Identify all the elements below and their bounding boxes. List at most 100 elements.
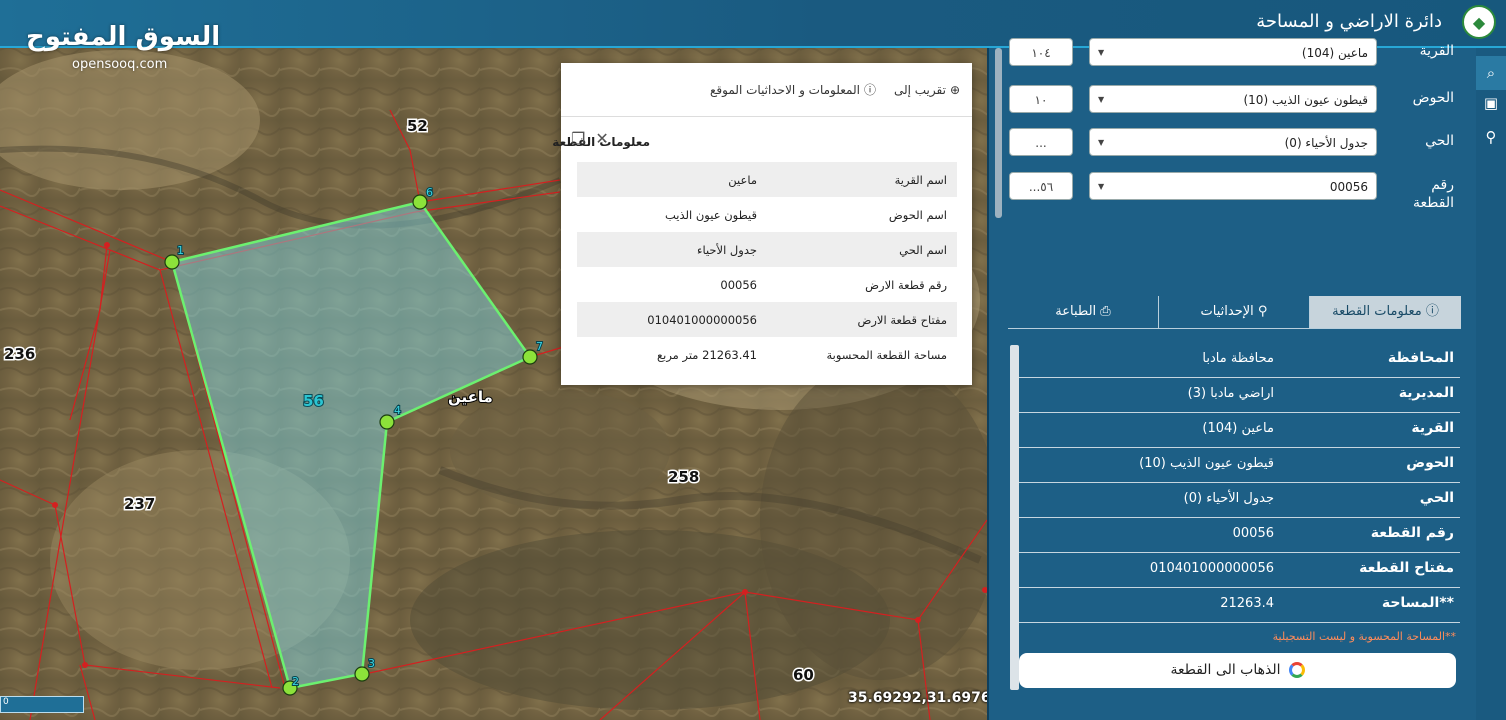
location-info-button[interactable]: ⓘ المعلومات و الاحداثيات الموقع <box>710 81 876 98</box>
zoom-to-label: تقريب إلى <box>893 82 946 97</box>
info-value: 00056 <box>1232 526 1274 541</box>
parcel-info-list: المحافظة محافظة مادبا المديرية اراضي مادبا… <box>1019 343 1460 623</box>
neighborhood-select[interactable]: جدول الأحياء (0) ▼ <box>1089 128 1377 156</box>
tab-coordinates-label: الإحداثيات <box>1200 304 1254 319</box>
village-field-row: القرية ماعين (104) ▼ ١٠٤ <box>989 38 1476 68</box>
basin-select-value: قيطون عيون الذيب (10) <box>1243 93 1368 107</box>
person-pin-icon: ⚲ <box>1253 304 1268 319</box>
attr-key: اسم القرية <box>894 172 947 187</box>
table-row: مساحة القطعة المحسوبة 21263.41 متر مربع <box>577 337 957 372</box>
tabs-underline <box>1008 328 1461 329</box>
info-key: مفتاح القطعة <box>1359 560 1454 576</box>
attr-key: رقم قطعة الارض <box>865 277 947 292</box>
vertex-label-3: 3 <box>368 657 375 670</box>
attr-value: 010401000000056 <box>647 312 757 327</box>
vertex-label-2: 2 <box>292 675 299 688</box>
attr-key: مفتاح قطعة الارض <box>857 312 947 327</box>
neighborhood-select-value: جدول الأحياء (0) <box>1284 136 1368 150</box>
dropdown-arrow-icon: ▼ <box>1098 182 1105 191</box>
parcel-number-select[interactable]: 00056 ▼ <box>1089 172 1377 200</box>
location-info-label: المعلومات و الاحداثيات الموقع <box>710 82 860 97</box>
parcel-label-236: 236 <box>4 345 35 363</box>
search-icon[interactable]: ⌕ <box>1476 56 1506 90</box>
form-scrollbar[interactable] <box>995 48 1002 218</box>
list-item: مفتاح القطعة 010401000000056 <box>1019 553 1460 588</box>
close-icon[interactable]: ✕ <box>595 129 608 148</box>
info-value: قيطون عيون الذيب (10) <box>1139 456 1274 471</box>
village-label: القرية <box>1419 43 1454 59</box>
popup-toolbar: ⊕ تقريب إلى ⓘ المعلومات و الاحداثيات الم… <box>561 63 972 117</box>
info-key: **المساحة <box>1381 595 1454 611</box>
parcel-label-258: 258 <box>668 468 699 486</box>
tab-parcel-info[interactable]: ⓘ معلومات القطعة <box>1310 296 1461 328</box>
list-item: رقم القطعة 00056 <box>1019 518 1460 553</box>
info-value: جدول الأحياء (0) <box>1183 491 1274 506</box>
map-scale-bar: 0 <box>0 696 84 713</box>
go-to-parcel-button[interactable]: الذهاب الى القطعة <box>1019 653 1456 688</box>
parcel-label-52: 52 <box>407 117 428 135</box>
tab-parcel-info-label: معلومات القطعة <box>1332 304 1422 319</box>
opensooq-watermark-en: opensooq.com <box>72 57 168 72</box>
tab-print-label: الطباعة <box>1055 304 1097 319</box>
attr-value: ماعين <box>728 172 757 187</box>
list-item: الحي جدول الأحياء (0) <box>1019 483 1460 518</box>
dropdown-arrow-icon: ▼ <box>1098 48 1105 57</box>
attr-value: جدول الأحياء <box>697 242 757 257</box>
basin-code-input[interactable]: ١٠ <box>1009 85 1073 113</box>
basin-label: الحوض <box>1412 90 1454 106</box>
parcel-number-label: رقم القطعة <box>1413 177 1454 211</box>
table-row: اسم الحوض قيطون عيون الذيب <box>577 197 957 232</box>
village-code-input[interactable]: ١٠٤ <box>1009 38 1073 66</box>
village-select[interactable]: ماعين (104) ▼ <box>1089 38 1377 66</box>
basin-field-row: الحوض قيطون عيون الذيب (10) ▼ ١٠ <box>989 85 1476 115</box>
table-row: اسم القرية ماعين <box>577 162 957 197</box>
parcel-info-popup: ⊕ تقريب إلى ⓘ المعلومات و الاحداثيات الم… <box>552 63 972 385</box>
tab-separator <box>1309 296 1310 328</box>
dls-logo-icon: ◆ <box>1462 5 1496 39</box>
layers-icon[interactable]: ▣ <box>1480 94 1502 116</box>
info-scrollbar[interactable] <box>1010 345 1019 690</box>
info-key: الحي <box>1419 490 1454 506</box>
info-value: اراضي مادبا (3) <box>1187 386 1274 401</box>
info-key: المديرية <box>1398 385 1454 401</box>
info-key: رقم القطعة <box>1370 525 1454 541</box>
area-disclaimer-note: **المساحة المحسوبة و ليست التسجيلية <box>1272 630 1456 643</box>
village-select-value: ماعين (104) <box>1301 46 1368 60</box>
parcel-number-field-row: رقم القطعة 00056 ▼ ٥٦... <box>989 172 1476 216</box>
tab-coordinates[interactable]: ⚲ الإحداثيات <box>1159 296 1309 328</box>
info-icon: ⓘ <box>1421 304 1439 319</box>
vertex-label-1: 1 <box>177 244 184 257</box>
table-row: مفتاح قطعة الارض 010401000000056 <box>577 302 957 337</box>
parcel-number-code-input[interactable]: ٥٦... <box>1009 172 1073 200</box>
info-circle-icon: ⓘ <box>863 83 876 97</box>
info-tabs: ⓘ معلومات القطعة ⚲ الإحداثيات ⎙ الطباعة <box>1008 296 1461 328</box>
tab-separator <box>1158 296 1159 328</box>
tab-print[interactable]: ⎙ الطباعة <box>1008 296 1158 328</box>
location-pin-icon[interactable]: ⚲ <box>1480 128 1502 150</box>
printer-icon: ⎙ <box>1096 304 1111 319</box>
attr-key: مساحة القطعة المحسوبة <box>826 347 947 362</box>
neighborhood-code-input[interactable]: ... <box>1009 128 1073 156</box>
info-value: ماعين (104) <box>1202 421 1274 436</box>
google-icon <box>1288 662 1305 678</box>
table-row: اسم الحي جدول الأحياء <box>577 232 957 267</box>
attr-key: اسم الحي <box>899 242 947 257</box>
list-item: القرية ماعين (104) <box>1019 413 1460 448</box>
dock-icon[interactable]: ❐ <box>571 129 585 148</box>
vertex-label-6: 6 <box>426 186 433 199</box>
info-value: 21263.4 <box>1220 596 1274 611</box>
opensooq-watermark-ar: السوق المفتوح <box>26 22 221 52</box>
list-item: **المساحة 21263.4 <box>1019 588 1460 623</box>
table-row: رقم قطعة الارض 00056 <box>577 267 957 302</box>
zoom-to-button[interactable]: ⊕ تقريب إلى <box>894 83 960 97</box>
dropdown-arrow-icon: ▼ <box>1098 138 1105 147</box>
list-item: الحوض قيطون عيون الذيب (10) <box>1019 448 1460 483</box>
basin-select[interactable]: قيطون عيون الذيب (10) ▼ <box>1089 85 1377 113</box>
info-value: 010401000000056 <box>1149 561 1274 576</box>
app-title: دائرة الاراضي و المساحة <box>1256 11 1442 32</box>
parcel-label-60: 60 <box>793 666 814 684</box>
parcel-label-237: 237 <box>124 495 155 513</box>
attr-key: اسم الحوض <box>888 207 947 222</box>
list-item: المحافظة محافظة مادبا <box>1019 343 1460 378</box>
parcel-label-56: 56 <box>303 392 324 410</box>
